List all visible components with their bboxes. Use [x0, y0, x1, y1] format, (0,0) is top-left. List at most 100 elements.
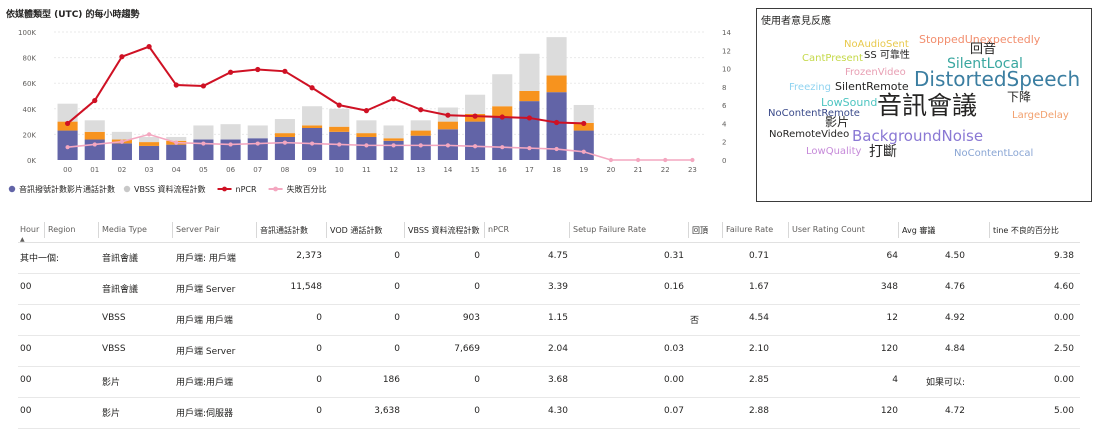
table-row[interactable]: 00 影片 用戶端:伺服器 0 3,638 0 4.30 0.07 2.88 120 4.72 5.0… — [18, 398, 1080, 429]
table-cell: 0.00 — [1053, 313, 1074, 323]
sort-ascending-icon[interactable]: ▲ — [20, 236, 25, 243]
x-axis-tick-label: 13 — [416, 166, 425, 174]
series-point — [526, 115, 533, 121]
right-axis-tick-label: 8 — [722, 84, 726, 92]
wordcloud-word[interactable]: FrozenVideo — [845, 68, 906, 78]
column-header[interactable]: Region — [48, 225, 75, 234]
table-cell: 影片 — [102, 409, 121, 419]
series-point — [364, 143, 369, 148]
series-point — [663, 157, 668, 163]
column-divider[interactable] — [44, 222, 45, 238]
column-header[interactable]: 音訊通話計數 — [260, 225, 308, 236]
series-point — [336, 102, 342, 108]
series-point — [146, 44, 152, 50]
column-divider[interactable] — [256, 222, 257, 238]
column-header[interactable]: VOD 通話計數 — [330, 225, 382, 236]
table-row[interactable]: 00 VBSS 用戶端 用戶端 0 0 903 1.15 否 4.54 12 4.92 0.00 — [18, 305, 1080, 336]
series-point — [581, 149, 586, 154]
column-divider[interactable] — [989, 222, 990, 238]
wordcloud-word[interactable]: 影片 — [825, 116, 849, 128]
bar-segment — [166, 144, 187, 160]
column-divider[interactable] — [788, 222, 789, 238]
wordcloud-word[interactable]: LowQuality — [806, 147, 861, 157]
series-point — [472, 144, 478, 149]
table-cell: 1.15 — [547, 313, 568, 323]
wordcloud-word[interactable]: BackgroundNoise — [852, 129, 983, 144]
wordcloud-word[interactable]: SS 可靠性 — [864, 51, 910, 61]
wordcloud-word[interactable]: Freezing — [789, 83, 831, 93]
column-header[interactable]: tine 不良的百分比 — [993, 225, 1059, 236]
table-cell: 9.38 — [1053, 251, 1074, 261]
chart-legend: 音訊撥號計數影片通話計數 VBSS 資料流程計數 nPCR 失敗百分比 — [8, 184, 327, 194]
wordcloud-word[interactable]: LowSound — [821, 97, 877, 108]
column-divider[interactable] — [688, 222, 689, 238]
table-cell: 3.39 — [547, 282, 568, 292]
table-header-row: ▲ Hour Region Media Type Server Pair 音訊通話計數 V… — [18, 218, 1080, 243]
wordcloud-word[interactable]: NoRemoteVideo — [769, 130, 849, 140]
column-header[interactable]: Failure Rate — [726, 225, 773, 234]
wordcloud-word[interactable]: DistortedSpeech — [914, 69, 1080, 89]
table-row[interactable]: 00 音訊會議 用戶端 Server 11,548 0 0 3.39 0.16 1.67 348 4… — [18, 274, 1080, 305]
wordcloud-word[interactable]: CantPresent — [802, 54, 863, 64]
bar-segment — [437, 121, 458, 130]
column-header[interactable]: Media Type — [102, 225, 147, 234]
table-cell: 用戶端 Server — [176, 347, 236, 357]
series-line — [67, 133, 693, 161]
table-cell: 2.50 — [1053, 344, 1074, 354]
column-header[interactable]: 回頂 — [692, 225, 708, 236]
chart-title: 依媒體類型 (UTC) 的每小時趨勢 — [6, 8, 140, 20]
right-axis-tick-label: 12 — [722, 47, 731, 55]
table-cell: 4.92 — [944, 313, 965, 323]
table-cell: 0 — [316, 344, 322, 354]
wordcloud-word[interactable]: 回音 — [970, 43, 996, 56]
wordcloud-word[interactable]: NoContentLocal — [954, 149, 1033, 159]
column-header[interactable]: Setup Failure Rate — [573, 225, 646, 234]
right-axis-tick-label: 2 — [722, 139, 726, 147]
wordcloud-word[interactable]: NoAudioSent — [844, 40, 909, 50]
wordcloud-word[interactable]: LargeDelay — [1012, 111, 1069, 121]
column-divider[interactable] — [172, 222, 173, 238]
table-cell: 0 — [316, 406, 322, 416]
column-header[interactable]: VBSS 資料流程計數 — [408, 225, 480, 236]
table-cell: 用戶端 用戶端 — [176, 316, 233, 326]
bar-segment — [492, 74, 513, 107]
wordcloud-word[interactable]: 音訊會議 — [877, 93, 977, 118]
bar-segment — [247, 125, 268, 139]
x-axis-tick-label: 07 — [253, 166, 262, 174]
series-point — [92, 97, 98, 104]
table-cell: 0 — [394, 344, 400, 354]
x-axis-tick-label: 00 — [63, 166, 72, 174]
table-cell: 3.68 — [547, 375, 568, 385]
series-point — [146, 132, 152, 137]
table-cell: 00 — [20, 375, 32, 385]
column-header[interactable]: Avg 審議 — [902, 225, 935, 236]
column-divider[interactable] — [326, 222, 327, 238]
x-axis-tick-label: 03 — [145, 166, 154, 174]
table-row[interactable]: 其中一個: 音訊會議 用戶端: 用戶端 2,373 0 0 4.75 0.31 0.71 64 4.… — [18, 243, 1080, 274]
x-axis-tick-label: 15 — [471, 166, 480, 174]
table-row[interactable]: 00 影片 用戶端:用戶端 0 186 0 3.68 0.00 2.85 4 如果可以: 0.00 — [18, 367, 1080, 398]
bar-segment — [193, 125, 214, 140]
wordcloud-title: 使用者意見反應 — [761, 16, 831, 27]
column-header[interactable]: Server Pair — [176, 225, 220, 234]
left-axis-tick-label: 100K — [18, 29, 36, 37]
column-divider[interactable] — [898, 222, 899, 238]
table-row[interactable]: 00 VBSS 用戶端 Server 0 0 7,669 2.04 0.03 2.10 120 4.… — [18, 336, 1080, 367]
series-point — [119, 54, 125, 60]
wordcloud-word[interactable]: 打斷 — [869, 145, 897, 159]
series-point — [445, 143, 451, 148]
bar-segment — [519, 101, 540, 160]
series-point — [228, 142, 233, 147]
column-header[interactable]: Hour — [20, 225, 39, 234]
series-point — [173, 82, 179, 88]
column-divider[interactable] — [484, 222, 485, 238]
wordcloud-word[interactable]: 下降 — [1007, 91, 1031, 103]
table-cell: 0.71 — [748, 251, 769, 261]
column-divider[interactable] — [98, 222, 99, 238]
column-divider[interactable] — [722, 222, 723, 238]
table-cell: 11,548 — [290, 282, 323, 292]
column-divider[interactable] — [404, 222, 405, 238]
column-divider[interactable] — [569, 222, 570, 238]
column-header[interactable]: User Rating Count — [792, 225, 865, 234]
column-header[interactable]: nPCR — [488, 225, 509, 234]
